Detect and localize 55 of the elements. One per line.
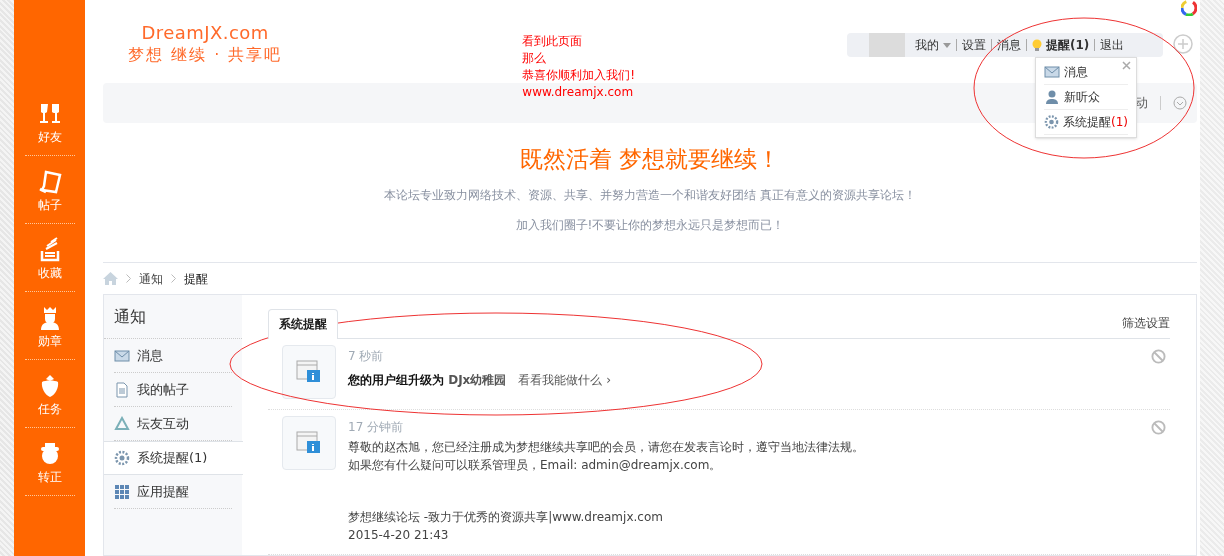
notice-nav-item[interactable]: 应用提醒 <box>114 475 232 509</box>
filter-settings-link[interactable]: 筛选设置 <box>1122 314 1170 332</box>
info-window-icon <box>282 345 336 399</box>
notice-nav-item[interactable]: 消息 <box>114 339 232 373</box>
gear-icon <box>114 450 130 466</box>
annotation-text: 那么 <box>522 50 548 67</box>
notice-nav-title: 通知 <box>104 295 242 339</box>
notification-footer: 2015-4-20 21:43 <box>348 526 1139 544</box>
chevron-circle-icon[interactable] <box>1173 96 1187 110</box>
plus-circle-icon[interactable] <box>1173 34 1193 54</box>
nav-link[interactable]: 提醒(1) <box>1032 36 1090 54</box>
close-icon[interactable] <box>1122 61 1131 70</box>
document-icon <box>114 381 130 398</box>
annotation-text: 看到此页面 <box>522 33 584 50</box>
banner-text: 加入我们圈子!不要让你的梦想永远只是梦想而已！ <box>515 216 785 234</box>
annotation-text: www.dreamjx.com <box>522 84 635 101</box>
nav-link[interactable]: 退出 <box>1100 36 1125 54</box>
banner-text: 本论坛专业致力网络技术、资源、共享、并努力营造一个和谐友好团结 真正有意义的资源共享论坛！ <box>384 186 916 204</box>
notice-nav-item[interactable]: 我的帖子 <box>114 373 232 407</box>
tab[interactable]: 系统提醒 <box>268 309 338 339</box>
avatar-placeholder <box>869 33 905 57</box>
dropdown-item[interactable]: 新听众 <box>1044 85 1128 110</box>
notification-time: 7 秒前 <box>348 348 385 365</box>
notification-footer: 梦想继续论坛 -致力于优秀的资源共享|www.dreamjx.com <box>348 508 1139 526</box>
envelope-icon <box>114 347 130 364</box>
chevron-right-icon <box>171 274 176 283</box>
notification-message: 您的用户组升级为 DJx幼稚园 <box>348 372 507 389</box>
breadcrumb-link[interactable]: 通知 <box>139 269 163 288</box>
block-icon[interactable] <box>1151 420 1166 435</box>
gear-icon <box>1044 114 1059 130</box>
notification-text: 如果您有什么疑问可以联系管理员，Email: admin@dreamjx.com。 <box>348 457 723 474</box>
chevron-right-icon <box>126 274 131 283</box>
nav-link[interactable]: 我的 <box>915 36 951 54</box>
banner-title: 既然活着 梦想就要继续！ <box>519 145 781 174</box>
breadcrumb-link[interactable]: 提醒 <box>184 269 208 288</box>
logo-subtitle: 梦想 继续 · 共享吧 <box>128 44 283 65</box>
color-wheel-icon[interactable] <box>1181 0 1197 16</box>
block-icon[interactable] <box>1151 349 1166 364</box>
lightbulb-icon <box>1032 38 1042 52</box>
grid-icon <box>114 483 130 500</box>
dropdown-item[interactable]: 系统提醒(1) <box>1044 110 1128 135</box>
notification-link[interactable]: 看看我能做什么 › <box>518 371 611 389</box>
nav-link[interactable]: 设置 <box>962 36 986 54</box>
notice-nav-item[interactable]: 系统提醒(1) <box>104 441 243 475</box>
caret-down-icon <box>943 42 951 48</box>
envelope-icon <box>1044 64 1060 80</box>
info-window-icon <box>282 416 336 470</box>
home-icon[interactable] <box>103 272 118 285</box>
notification-text: 尊敬的赵杰旭，您已经注册成为梦想继续共享吧的会员，请您在发表言论时，遵守当地法律法规。 <box>348 439 865 456</box>
logo-title: DreamJX.com <box>141 22 269 45</box>
dropdown-item[interactable]: 消息 <box>1044 60 1128 85</box>
annotation-text: 恭喜你顺利加入我们! <box>522 67 636 84</box>
user-icon <box>1044 89 1060 105</box>
nav-link[interactable]: 消息 <box>997 36 1021 54</box>
notification-time: 17 分钟前 <box>348 419 405 436</box>
